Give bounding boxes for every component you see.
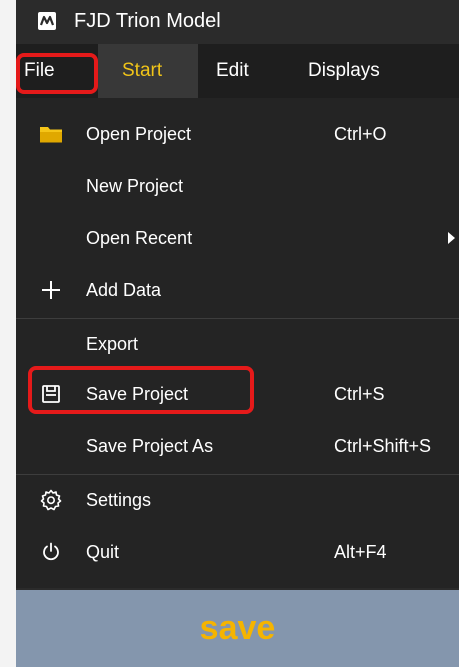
menu-edit-label: Edit: [216, 60, 249, 81]
menu-item-label: Save Project As: [86, 435, 214, 456]
menu-item-label: Settings: [86, 489, 152, 510]
shortcut-label: Alt+F4: [334, 541, 387, 562]
annotation-caption-banner: save: [16, 590, 459, 667]
title-bar: FJD Trion Model: [16, 0, 459, 42]
menu-item-quit[interactable]: Quit Alt+F4: [16, 526, 459, 578]
file-dropdown-menu: Open Project Ctrl+O New Project Open Rec…: [16, 98, 459, 588]
menu-item-label: Open Project: [86, 123, 192, 144]
plus-icon: [38, 277, 64, 303]
menu-bar: File Start Edit Displays: [16, 44, 459, 98]
gear-icon: [38, 487, 64, 513]
menu-item-label: New Project: [86, 175, 184, 196]
menu-displays-label: Displays: [308, 60, 380, 81]
shortcut-label: Ctrl+O: [334, 123, 387, 144]
highlight-box-save-project: [28, 366, 254, 414]
highlight-box-file: [16, 53, 98, 94]
app-window: FJD Trion Model File Start Edit Displays…: [16, 0, 459, 667]
menu-displays[interactable]: Displays: [290, 44, 410, 98]
menu-item-open-project[interactable]: Open Project Ctrl+O: [16, 108, 459, 160]
menu-item-label: Add Data: [86, 279, 162, 300]
menu-item-settings[interactable]: Settings: [16, 474, 459, 526]
menu-item-label: Open Recent: [86, 227, 193, 248]
power-icon: [38, 539, 64, 565]
folder-icon: [38, 121, 64, 147]
menu-start-label: Start: [122, 60, 163, 81]
submenu-arrow-icon: [448, 232, 455, 244]
shortcut-label: Ctrl+S: [334, 383, 385, 404]
menu-item-new-project[interactable]: New Project: [16, 160, 459, 212]
menu-file[interactable]: File: [16, 44, 98, 98]
shortcut-label: Ctrl+Shift+S: [334, 435, 432, 456]
app-logo-icon: [38, 12, 56, 30]
menu-item-open-recent[interactable]: Open Recent: [16, 212, 459, 264]
app-title: FJD Trion Model: [74, 9, 221, 32]
menu-start[interactable]: Start: [98, 44, 198, 98]
menu-item-save-project-as[interactable]: Save Project As Ctrl+Shift+S: [16, 420, 459, 472]
annotation-caption: save: [199, 609, 276, 647]
menu-item-add-data[interactable]: Add Data: [16, 264, 459, 316]
menu-item-export[interactable]: Export: [16, 318, 459, 370]
menu-item-label: Export: [86, 333, 139, 354]
menu-item-label: Quit: [86, 541, 120, 562]
menu-edit[interactable]: Edit: [198, 44, 290, 98]
